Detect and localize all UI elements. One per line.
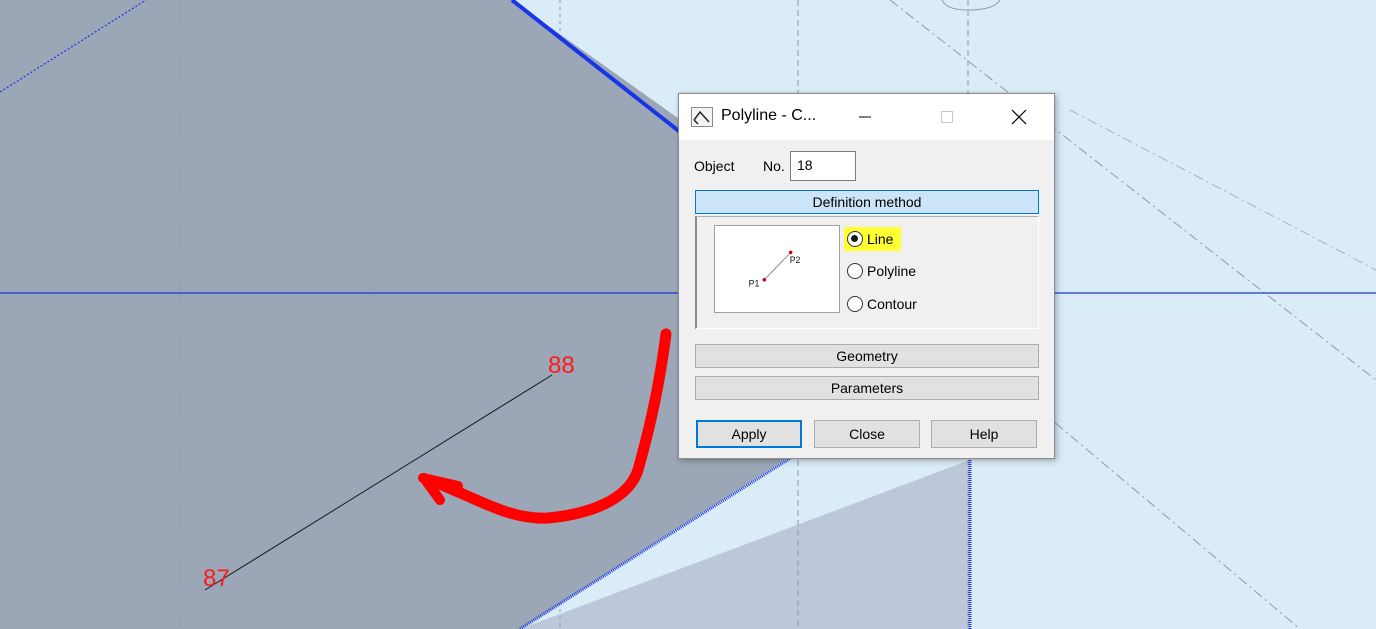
- close-button[interactable]: Close: [814, 420, 920, 448]
- help-button[interactable]: Help: [931, 420, 1037, 448]
- p2-label: P2: [790, 255, 801, 265]
- maximize-button[interactable]: [925, 102, 969, 132]
- radio-polyline[interactable]: Polyline: [847, 259, 916, 283]
- object-number-field[interactable]: 18: [790, 151, 856, 181]
- close-icon: [1011, 109, 1027, 125]
- polyline-tool-icon: [691, 107, 713, 127]
- line-preview-image: P1 P2: [714, 225, 840, 313]
- node-label-88: 88: [548, 352, 575, 379]
- radio-button-icon[interactable]: [847, 263, 863, 279]
- preview-line: [763, 251, 792, 281]
- close-window-button[interactable]: [997, 102, 1041, 132]
- dialog-title: Polyline - C...: [721, 107, 817, 124]
- radio-line[interactable]: Line: [844, 227, 902, 251]
- node-label-87: 87: [203, 565, 230, 592]
- radio-polyline-label: Polyline: [867, 263, 917, 279]
- radio-line-label: Line: [867, 231, 894, 247]
- definition-method-panel: P1 P2 Line Polyline Contour: [695, 216, 1039, 329]
- apply-button[interactable]: Apply: [696, 420, 802, 448]
- number-label: No.: [763, 158, 785, 174]
- p1-point: [762, 277, 767, 282]
- definition-method-header[interactable]: Definition method: [695, 190, 1039, 214]
- p2-point: [788, 250, 793, 255]
- radio-contour-label: Contour: [867, 296, 917, 312]
- radio-contour[interactable]: Contour: [847, 292, 917, 316]
- p1-label: P1: [749, 279, 760, 289]
- dialog-titlebar[interactable]: Polyline - C...: [679, 94, 1054, 140]
- polyline-dialog: Polyline - C... Object No. 18 Definition…: [678, 93, 1055, 459]
- minimize-button[interactable]: [843, 102, 887, 132]
- maximize-icon: [941, 111, 953, 123]
- radio-button-icon[interactable]: [847, 296, 863, 312]
- radio-button-checked-icon[interactable]: [847, 231, 863, 247]
- parameters-header[interactable]: Parameters: [695, 376, 1039, 400]
- object-label: Object: [694, 158, 735, 174]
- geometry-header[interactable]: Geometry: [695, 344, 1039, 368]
